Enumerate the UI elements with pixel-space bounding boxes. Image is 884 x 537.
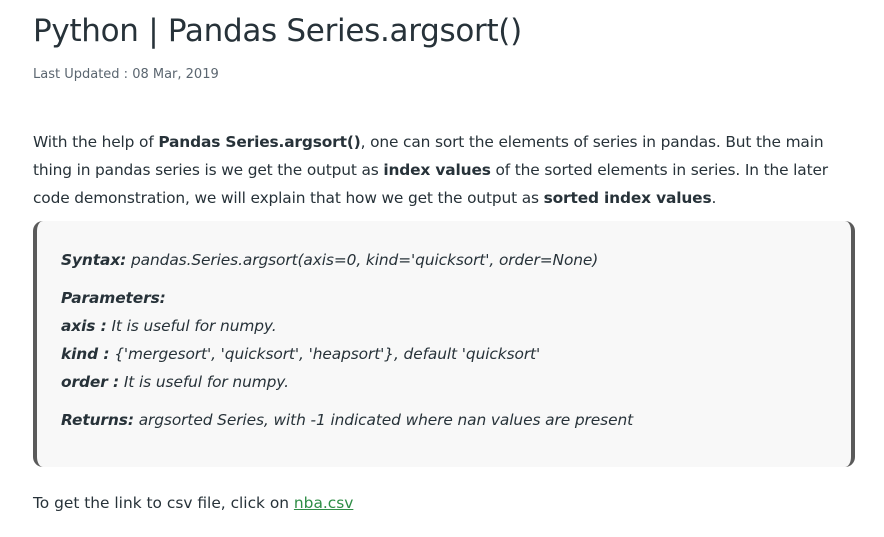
intro-bold-3: sorted index values <box>543 189 712 207</box>
intro-bold-1: Pandas Series.argsort() <box>158 133 361 151</box>
param-name: kind : <box>61 345 110 363</box>
last-updated: Last Updated : 08 Mar, 2019 <box>33 67 219 82</box>
syntax-value: pandas.Series.argsort(axis=0, kind='quic… <box>126 251 599 269</box>
page-title: Python | Pandas Series.argsort() <box>33 13 522 49</box>
intro-paragraph: With the help of Pandas Series.argsort()… <box>33 128 855 212</box>
intro-bold-2: index values <box>383 161 491 179</box>
syntax-box: Syntax: pandas.Series.argsort(axis=0, ki… <box>33 221 855 467</box>
param-name: order : <box>61 373 120 391</box>
returns-value: argsorted Series, with -1 indicated wher… <box>133 411 634 429</box>
param-desc: {'mergesort', 'quicksort', 'heapsort'}, … <box>109 345 541 363</box>
csv-link-paragraph: To get the link to csv file, click on nb… <box>33 491 855 515</box>
intro-text-4: . <box>711 189 717 207</box>
param-name: axis : <box>61 317 107 335</box>
param-kind: kind : {'mergesort', 'quicksort', 'heaps… <box>61 340 851 368</box>
parameters-label: Parameters: <box>61 289 166 307</box>
csv-link[interactable]: nba.csv <box>294 494 353 512</box>
parameters-heading: Parameters: <box>61 284 851 312</box>
param-axis: axis : It is useful for numpy. <box>61 312 851 340</box>
returns-line: Returns: argsorted Series, with -1 indic… <box>61 406 851 434</box>
param-order: order : It is useful for numpy. <box>61 368 851 396</box>
returns-label: Returns: <box>61 411 134 429</box>
article: Python | Pandas Series.argsort() Last Up… <box>33 0 855 515</box>
syntax-line: Syntax: pandas.Series.argsort(axis=0, ki… <box>61 246 851 274</box>
intro-text-1: With the help of <box>33 133 159 151</box>
param-desc: It is useful for numpy. <box>119 373 289 391</box>
param-desc: It is useful for numpy. <box>106 317 277 335</box>
syntax-label: Syntax: <box>61 251 127 269</box>
csv-link-text: To get the link to csv file, click on <box>33 494 294 512</box>
